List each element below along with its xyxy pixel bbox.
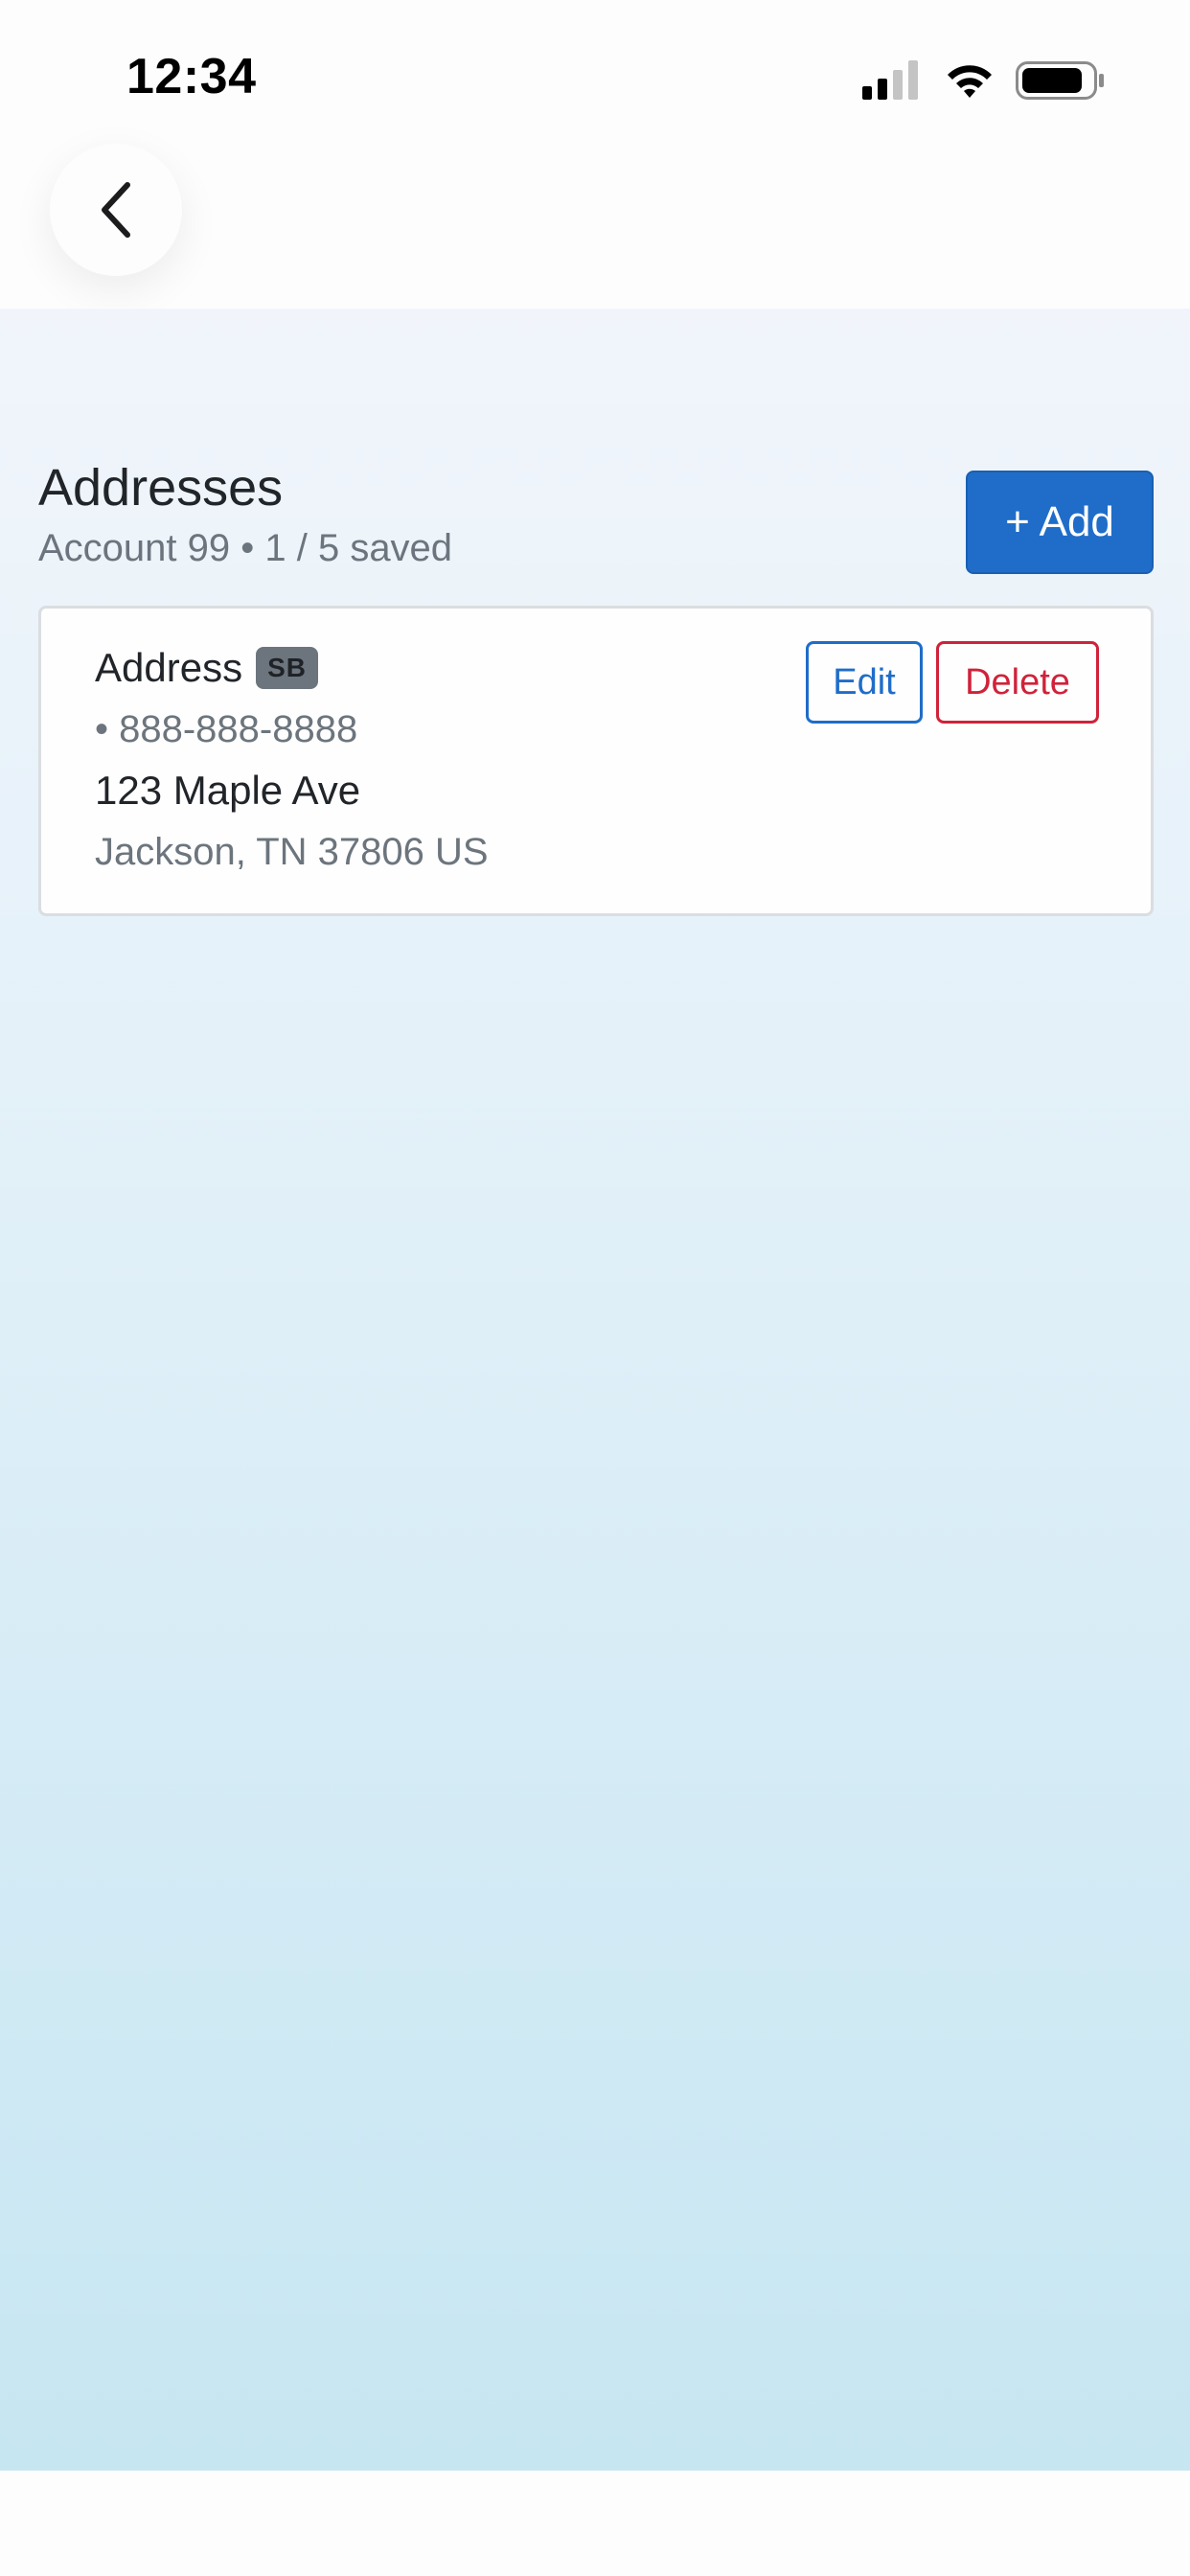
address-screen: 12:34 Addresses Account 99 • 1 / 5 saved… [0, 0, 1190, 2576]
back-button[interactable] [50, 144, 182, 276]
status-icons [862, 58, 1111, 102]
main-content: Addresses Account 99 • 1 / 5 saved + Add… [0, 309, 1190, 2471]
address-name-row: Address SB [95, 645, 318, 691]
battery-icon [1016, 61, 1104, 100]
address-phone: • 888-888-8888 [95, 708, 358, 750]
wifi-icon [948, 65, 992, 98]
header [0, 144, 1190, 309]
address-badge: SB [256, 647, 318, 689]
address-card: Address SB • 888-888-8888 123 Maple Ave … [38, 606, 1154, 916]
edit-address-button[interactable]: Edit [806, 641, 923, 724]
page-title: Addresses [38, 459, 284, 517]
status-time: 12:34 [126, 49, 257, 104]
account-summary: Account 99 • 1 / 5 saved [38, 527, 453, 569]
cellular-signal-icon [862, 60, 918, 100]
status-bar: 12:34 [0, 0, 1190, 144]
address-street: 123 Maple Ave [95, 768, 361, 813]
delete-address-button[interactable]: Delete [936, 641, 1099, 724]
chevron-left-icon [102, 182, 130, 238]
address-city-line: Jackson, TN 37806 US [95, 831, 489, 873]
bottom-safe-area [0, 2471, 1190, 2576]
address-name: Address [95, 645, 243, 690]
add-address-button[interactable]: + Add [966, 471, 1154, 574]
